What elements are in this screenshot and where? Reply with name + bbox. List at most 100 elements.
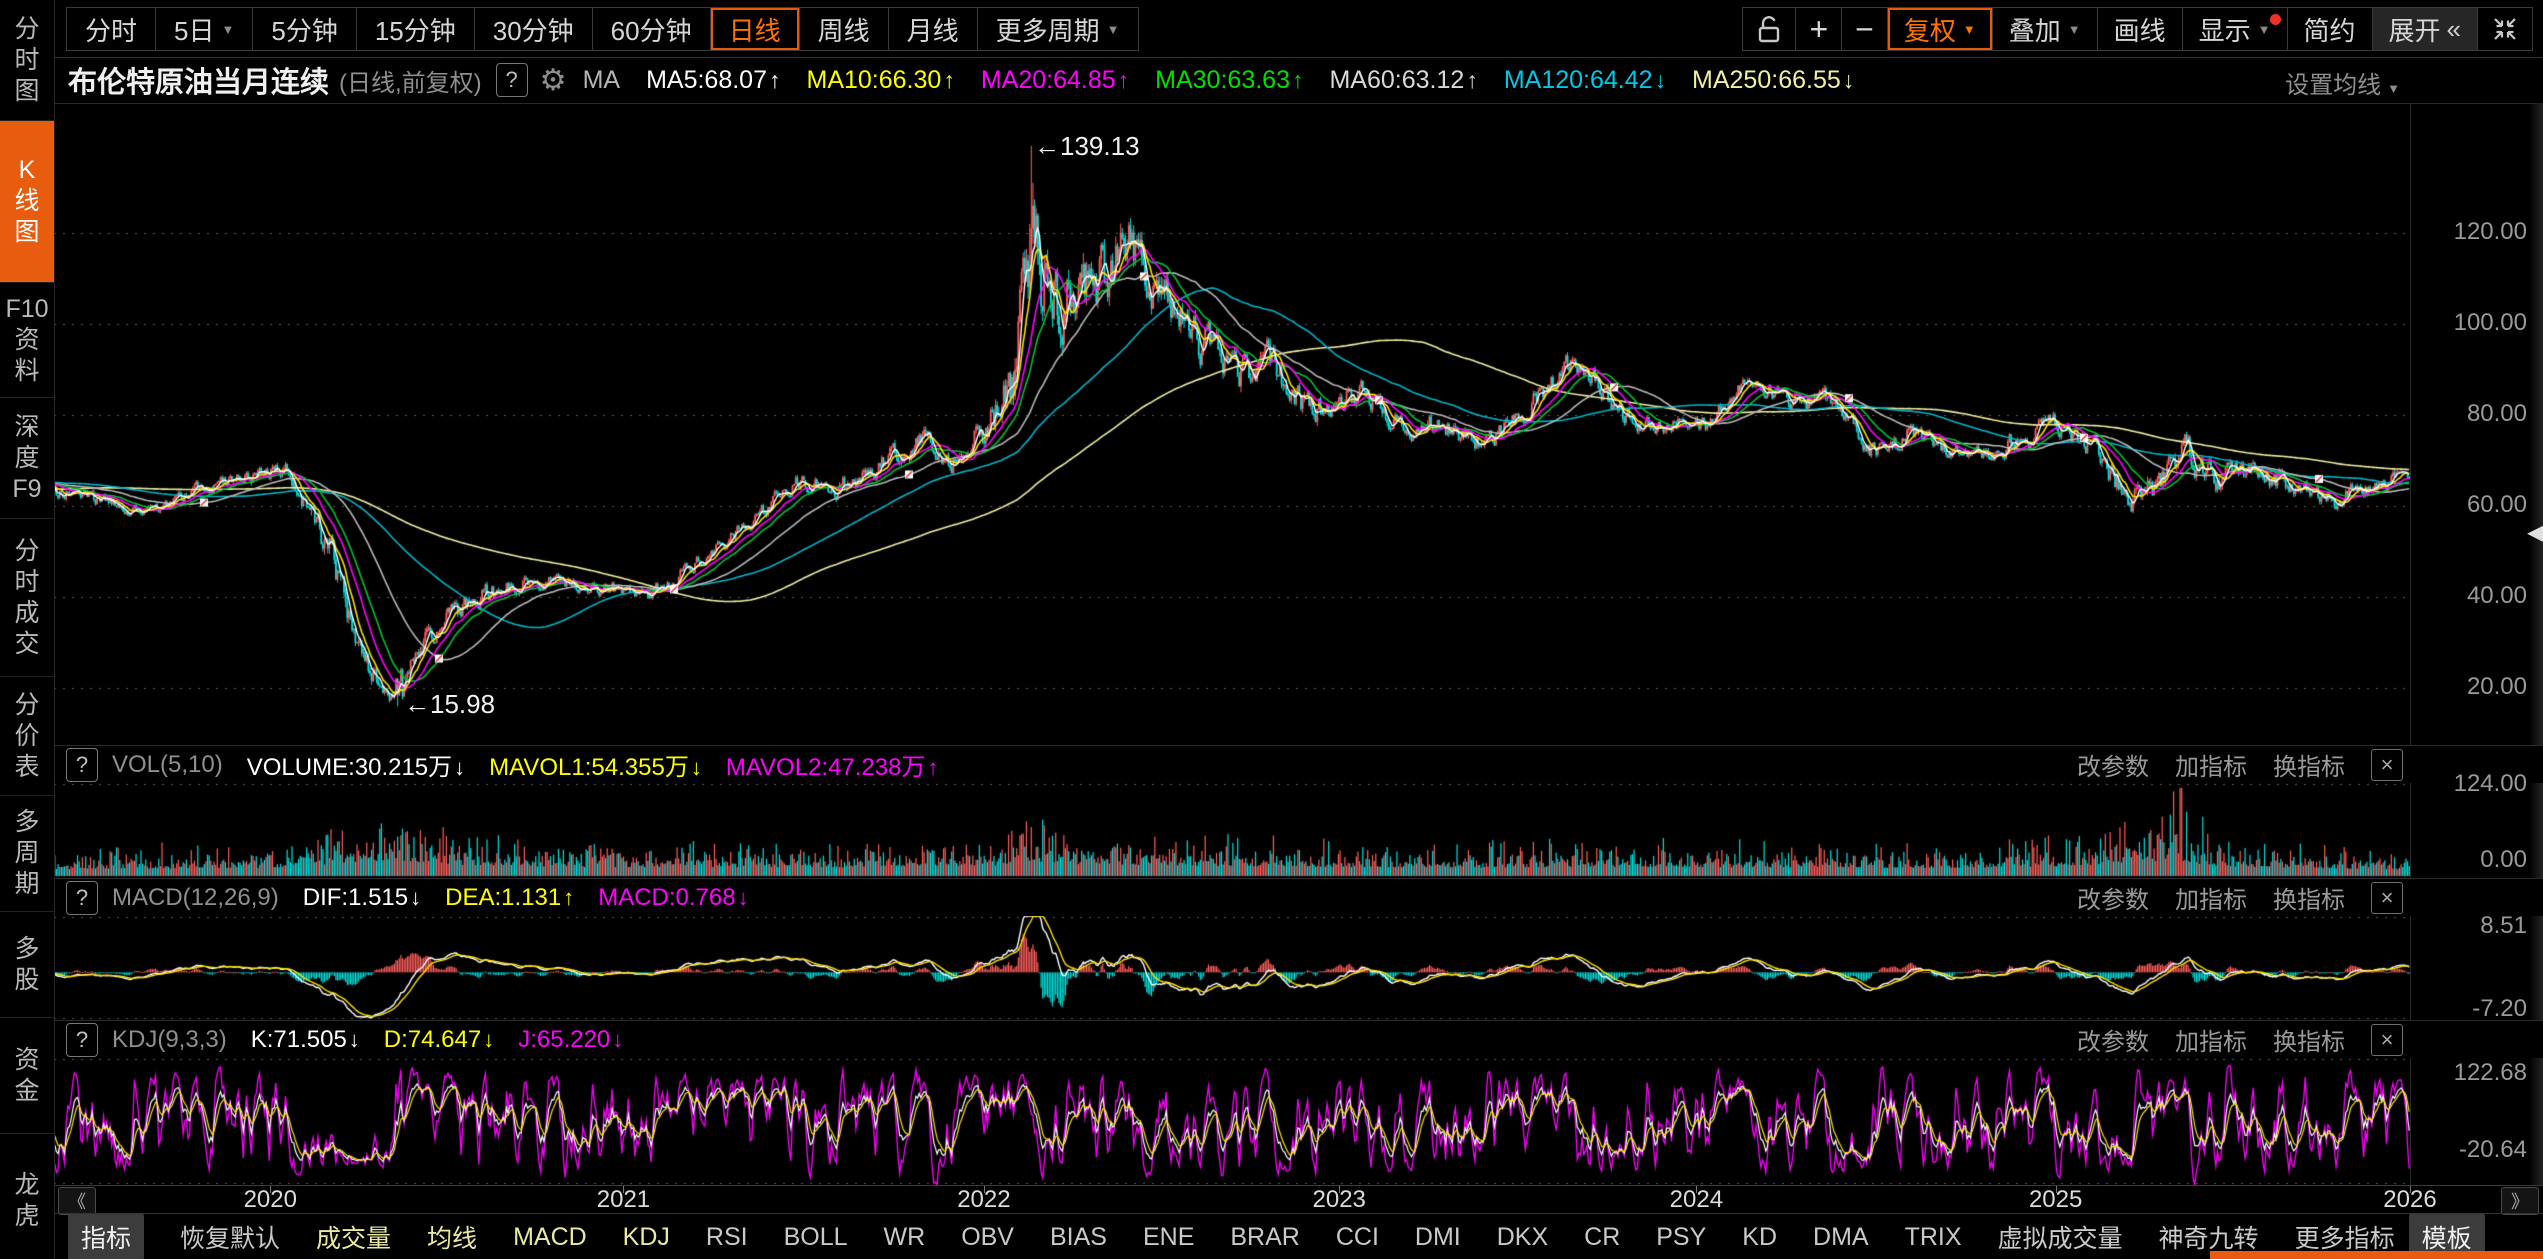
period-button-更多周期[interactable]: 更多周期▼ — [978, 8, 1138, 50]
simple-mode-button[interactable]: 简约 — [2288, 8, 2373, 50]
kdj-chart[interactable] — [54, 1058, 2410, 1185]
switch-indicator-link[interactable]: 换指标 — [2273, 1022, 2345, 1057]
tab-OBV[interactable]: OBV — [961, 1223, 1014, 1252]
year-label-2025: 2025 — [2029, 1186, 2082, 1214]
add-indicator-link[interactable]: 加指标 — [2175, 747, 2247, 782]
tab-CR[interactable]: CR — [1584, 1223, 1620, 1252]
tab-WR[interactable]: WR — [884, 1223, 926, 1252]
fuquan-button[interactable]: 复权 ▼ — [1888, 8, 1993, 50]
ma-value-MA5: MA5:68.07↑ — [646, 66, 780, 95]
sidebar-item-多股[interactable]: 多股 — [0, 912, 54, 1018]
axis-label: 80.00 — [2467, 400, 2527, 428]
switch-indicator-link[interactable]: 换指标 — [2273, 747, 2345, 782]
close-panel-button[interactable]: × — [2371, 882, 2403, 914]
panel-collapse-handle[interactable]: ◀ — [2527, 518, 2543, 547]
period-button-月线[interactable]: 月线 — [889, 8, 978, 50]
scroll-left-button[interactable]: 《 — [58, 1187, 96, 1215]
axis-label: 120.00 — [2454, 218, 2527, 246]
sidebar-item-龙虎[interactable]: 龙虎 — [0, 1134, 54, 1259]
period-label: 30分钟 — [493, 11, 574, 48]
tab-神奇九转[interactable]: 神奇九转 — [2159, 1219, 2259, 1255]
sidebar-item-分时成交[interactable]: 分时成交 — [0, 519, 54, 677]
collapse-window-icon[interactable] — [2478, 8, 2532, 50]
overlay-button[interactable]: 叠加 ▼ — [1993, 8, 2098, 50]
tab-BRAR[interactable]: BRAR — [1230, 1223, 1299, 1252]
axis-label: 124.00 — [2454, 770, 2527, 798]
close-panel-button[interactable]: × — [2371, 749, 2403, 781]
period-button-60分钟[interactable]: 60分钟 — [593, 8, 711, 50]
add-indicator-link[interactable]: 加指标 — [2175, 1022, 2247, 1057]
change-params-link[interactable]: 改参数 — [2077, 1022, 2149, 1057]
main-kline-chart[interactable] — [54, 103, 2410, 745]
tab-CCI[interactable]: CCI — [1336, 1223, 1379, 1252]
instrument-title: 布伦特原油当月连续 — [68, 59, 329, 101]
tab-DMI[interactable]: DMI — [1415, 1223, 1461, 1252]
help-icon[interactable]: ? — [66, 748, 98, 782]
sidebar-item-F10资料[interactable]: F10资料 — [0, 283, 54, 398]
drawline-button[interactable]: 画线 — [2098, 8, 2183, 50]
sidebar-item-深度F9[interactable]: 深度F9 — [0, 398, 54, 519]
scroll-right-button[interactable]: 》 — [2501, 1187, 2539, 1215]
period-button-周线[interactable]: 周线 — [800, 8, 889, 50]
tab-DKX[interactable]: DKX — [1497, 1223, 1548, 1252]
axis-label: -20.64 — [2459, 1136, 2527, 1164]
year-label-2021: 2021 — [597, 1186, 650, 1214]
caret-down-icon: ▼ — [1107, 22, 1120, 37]
tab-TRIX[interactable]: TRIX — [1905, 1223, 1962, 1252]
sidebar-item-资金[interactable]: 资金 — [0, 1018, 54, 1134]
add-indicator-link[interactable]: 加指标 — [2175, 880, 2247, 915]
period-button-分时[interactable]: 分时 — [67, 8, 156, 50]
period-button-日线[interactable]: 日线 — [711, 8, 800, 50]
ma-settings-dropdown[interactable]: 设置均线▼ — [2285, 65, 2400, 100]
price-annotation-low: ←15.98 — [404, 689, 495, 720]
indicator-value-MACD: MACD:0.768↓ — [598, 884, 748, 912]
indicator-value-MAVOL1: MAVOL1:54.355万↓ — [489, 747, 702, 782]
year-label-2026: 2026 — [2383, 1186, 2436, 1214]
zoom-in-button[interactable]: + — [1796, 8, 1842, 50]
tab-成交量[interactable]: 成交量 — [316, 1219, 391, 1255]
period-button-15分钟[interactable]: 15分钟 — [357, 8, 475, 50]
close-panel-button[interactable]: × — [2371, 1024, 2403, 1056]
ma-value-MA30: MA30:63.63↑ — [1155, 66, 1303, 95]
sidebar-item-K线图[interactable]: K线图 — [0, 121, 54, 283]
switch-indicator-link[interactable]: 换指标 — [2273, 880, 2345, 915]
macd-chart[interactable] — [54, 916, 2410, 1020]
tab-BIAS[interactable]: BIAS — [1050, 1223, 1107, 1252]
help-icon[interactable]: ? — [66, 1023, 98, 1057]
expand-button[interactable]: 展开 « — [2373, 8, 2478, 50]
tab-BOLL[interactable]: BOLL — [784, 1223, 848, 1252]
tab-指标[interactable]: 指标 — [68, 1214, 144, 1259]
display-button[interactable]: 显示 ▼ — [2183, 8, 2288, 50]
help-icon[interactable]: ? — [66, 881, 98, 915]
zoom-out-button[interactable]: − — [1842, 8, 1888, 50]
change-params-link[interactable]: 改参数 — [2077, 880, 2149, 915]
unlock-icon[interactable] — [1743, 8, 1796, 50]
tab-均线[interactable]: 均线 — [427, 1219, 477, 1255]
indicator-value-K: K:71.505↓ — [251, 1026, 360, 1054]
sidebar-item-多周期[interactable]: 多周期 — [0, 796, 54, 912]
toolbar-right-group: + − 复权 ▼ 叠加 ▼ 画线 显示 ▼ 简约 展开 « — [1742, 7, 2533, 51]
tab-恢复默认[interactable]: 恢复默认 — [180, 1219, 280, 1255]
period-button-5日[interactable]: 5日▼ — [156, 8, 253, 50]
tab-更多指标[interactable]: 更多指标 — [2295, 1219, 2395, 1255]
indicator-tab-bar: 指标恢复默认成交量均线 MACD KDJ RSI BOLL WR OBV BIAS ENE BRA… — [54, 1213, 2543, 1259]
tab-PSY[interactable]: PSY — [1656, 1223, 1706, 1252]
period-label: 日线 — [729, 11, 781, 48]
sidebar-item-分价表[interactable]: 分价表 — [0, 677, 54, 796]
period-button-5分钟[interactable]: 5分钟 — [253, 8, 356, 50]
period-button-30分钟[interactable]: 30分钟 — [475, 8, 593, 50]
help-icon[interactable]: ? — [496, 63, 528, 97]
gear-icon[interactable]: ⚙ — [540, 63, 567, 98]
tab-ENE[interactable]: ENE — [1143, 1223, 1194, 1252]
tab-虚拟成交量[interactable]: 虚拟成交量 — [1998, 1219, 2123, 1255]
tab-MACD[interactable]: MACD — [513, 1223, 587, 1252]
volume-chart[interactable] — [54, 782, 2410, 878]
tab-KDJ[interactable]: KDJ — [623, 1223, 670, 1252]
ma-settings-label: 设置均线 — [2285, 72, 2381, 99]
sidebar-item-分时图[interactable]: 分时图 — [0, 0, 54, 121]
panel-header-links: 改参数加指标换指标 × — [2077, 880, 2403, 915]
change-params-link[interactable]: 改参数 — [2077, 747, 2149, 782]
tab-KD[interactable]: KD — [1742, 1223, 1777, 1252]
tab-DMA[interactable]: DMA — [1813, 1223, 1869, 1252]
tab-RSI[interactable]: RSI — [706, 1223, 748, 1252]
